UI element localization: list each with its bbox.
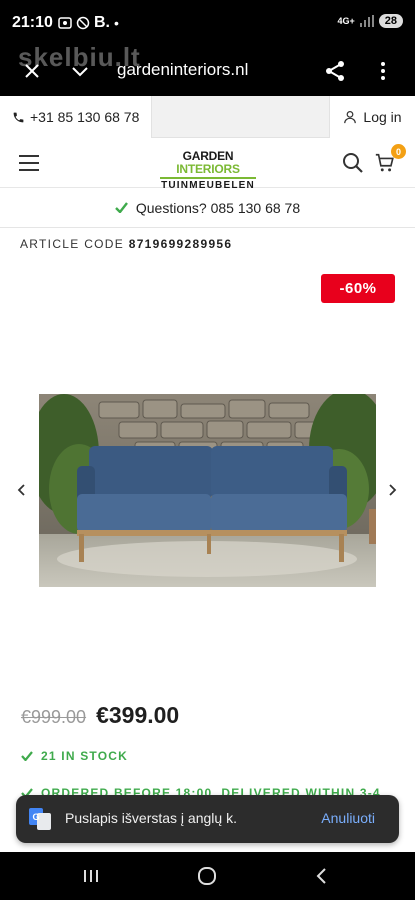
recent-apps-button[interactable] [79, 864, 103, 888]
sofa-photo [39, 394, 376, 587]
battery-level: 28 [378, 14, 403, 28]
chevron-left-icon [17, 484, 25, 496]
toast-message: Puslapis išverstas į anglų k. [65, 810, 237, 826]
dot-icon: • [114, 15, 119, 31]
recent-apps-icon [84, 870, 98, 882]
status-bar: 21:10 B. • 4G+ 28 [0, 0, 415, 46]
search-button[interactable] [342, 152, 364, 179]
discount-badge: -60% [321, 274, 395, 303]
site-logo[interactable]: GARDEN INTERIORS TUINMEUBELEN [160, 150, 256, 192]
article-code: ARTICLE CODE 8719699289956 [20, 237, 232, 251]
home-button[interactable] [195, 864, 219, 888]
status-right: 4G+ 28 [337, 14, 403, 28]
product-image[interactable] [39, 394, 376, 587]
chevron-down-icon [72, 67, 88, 77]
signal-icon [359, 15, 374, 27]
logo-top: GARDEN INTERIORS [160, 150, 256, 176]
blocked-icon [76, 16, 90, 30]
menu-icon-line [19, 155, 39, 157]
more-vertical-icon [381, 62, 385, 80]
menu-icon-line [19, 169, 39, 171]
undo-button[interactable]: Anuliuoti [321, 810, 375, 826]
site-header: GARDEN INTERIORS TUINMEUBELEN [0, 138, 415, 191]
share-button[interactable] [320, 56, 350, 86]
notification-letter: B. [94, 14, 110, 31]
cart-count-badge: 0 [391, 144, 406, 159]
gallery-next-button[interactable] [386, 482, 398, 503]
questions-text: Questions? 085 130 68 78 [135, 199, 301, 216]
check-icon [115, 202, 128, 213]
logo-word-garden: GARDEN [182, 149, 234, 163]
logo-word-interiors: INTERIORS [176, 162, 240, 176]
current-price: €399.00 [96, 702, 180, 728]
google-translate-icon: G [29, 808, 51, 830]
back-button[interactable] [310, 864, 334, 888]
network-label: 4G+ [337, 16, 355, 26]
login-link[interactable]: Log in [329, 96, 415, 138]
url-text[interactable]: gardeninteriors.nl [117, 60, 248, 80]
system-nav-bar [0, 852, 415, 900]
status-time: 21:10 [12, 14, 53, 31]
login-label: Log in [363, 109, 402, 125]
collapse-button[interactable] [65, 56, 95, 86]
phone-number: +31 85 130 68 78 [30, 109, 140, 125]
questions-bar[interactable]: Questions? 085 130 68 78 [0, 188, 415, 228]
phone-icon [13, 112, 24, 122]
screen-record-icon [58, 17, 72, 29]
stock-status: 21 IN STOCK [21, 749, 128, 763]
price-row: €999.00 €399.00 [21, 702, 179, 729]
search-icon [343, 153, 363, 173]
user-icon [344, 110, 357, 124]
stock-text: 21 IN STOCK [41, 749, 128, 763]
more-options-button[interactable] [368, 56, 398, 86]
gallery-prev-button[interactable] [16, 482, 28, 503]
back-icon [316, 868, 326, 884]
svg-text:G: G [32, 812, 39, 822]
home-icon [198, 867, 216, 885]
close-icon [25, 64, 39, 78]
check-icon [21, 751, 33, 761]
article-code-value: 8719699289956 [128, 237, 233, 251]
chevron-right-icon [389, 484, 397, 496]
article-code-label: ARTICLE CODE [20, 237, 125, 251]
menu-icon-line [19, 162, 39, 164]
close-tab-button[interactable] [17, 56, 47, 86]
browser-toolbar: gardeninteriors.nl [0, 46, 415, 96]
status-notification-icons: B. • [58, 14, 119, 32]
contact-bar: +31 85 130 68 78 Log in [0, 96, 415, 138]
menu-button[interactable] [19, 155, 39, 171]
phone-link[interactable]: +31 85 130 68 78 [0, 96, 152, 138]
share-icon [326, 61, 344, 81]
translation-toast: G Puslapis išverstas į anglų k. Anuliuot… [16, 795, 399, 843]
old-price: €999.00 [21, 707, 87, 727]
